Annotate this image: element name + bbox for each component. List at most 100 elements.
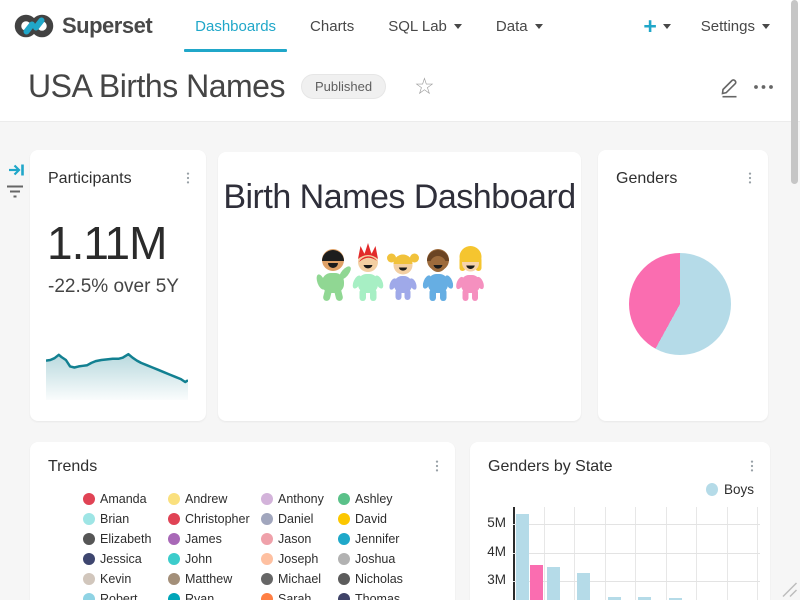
new-item-button[interactable]: + — [643, 13, 670, 40]
bar-boys[interactable] — [516, 514, 529, 600]
legend-dot — [261, 553, 273, 565]
dashboard-header: USA Births Names Published ☆ — [0, 52, 800, 122]
legend-item[interactable]: Robert — [83, 592, 168, 600]
pie-chart[interactable] — [629, 253, 731, 355]
legend-label: Joshua — [355, 552, 395, 566]
superset-dashboard-page: Superset Dashboards Charts SQL Lab Data … — [0, 0, 800, 600]
participants-card: Participants 1.11M -22.5% over 5Y — [30, 150, 206, 421]
big-number-subheader: -22.5% over 5Y — [48, 276, 179, 298]
legend-item[interactable]: James — [168, 532, 261, 546]
legend-dot — [168, 513, 180, 525]
legend-item[interactable]: Ryan — [168, 592, 261, 600]
legend-item[interactable]: Joseph — [261, 552, 338, 566]
filter-icon[interactable] — [6, 184, 26, 199]
legend-label: John — [185, 552, 212, 566]
edit-pencil-icon[interactable] — [719, 76, 740, 98]
legend-item[interactable]: Amanda — [83, 492, 168, 506]
legend-item[interactable]: Kevin — [83, 572, 168, 586]
y-axis-tick-label: 4M — [473, 544, 506, 559]
expand-filter-bar-icon[interactable] — [8, 162, 26, 178]
y-axis-tick-label: 5M — [473, 515, 506, 530]
legend-item[interactable]: Michael — [261, 572, 338, 586]
legend-item[interactable]: John — [168, 552, 261, 566]
legend-item[interactable]: Jessica — [83, 552, 168, 566]
legend-item[interactable]: Jason — [261, 532, 338, 546]
legend-item[interactable]: Nicholas — [338, 572, 433, 586]
legend-label: Joseph — [278, 552, 318, 566]
legend-label: Jessica — [100, 552, 142, 566]
legend-item[interactable]: Jennifer — [338, 532, 433, 546]
legend-item[interactable]: Sarah — [261, 592, 338, 600]
legend-dot — [261, 593, 273, 600]
gridline — [635, 507, 636, 600]
kebab-menu-icon[interactable] — [746, 456, 758, 476]
legend-item[interactable]: David — [338, 512, 433, 526]
bar-boys[interactable] — [577, 573, 590, 600]
nav-item-charts[interactable]: Charts — [293, 0, 371, 52]
legend-dot — [83, 513, 95, 525]
chart-title: Genders — [616, 170, 677, 188]
legend-label: Boys — [724, 482, 754, 497]
kebab-menu-icon[interactable] — [744, 168, 756, 188]
nav-item-sql-lab[interactable]: SQL Lab — [371, 0, 479, 52]
top-navbar: Superset Dashboards Charts SQL Lab Data … — [0, 0, 800, 52]
legend-label: Kevin — [100, 572, 131, 586]
gridline — [666, 507, 667, 600]
resize-grip-icon[interactable] — [778, 578, 798, 598]
legend-dot — [338, 493, 350, 505]
kids-illustration — [315, 242, 485, 304]
bar-boys[interactable] — [547, 567, 560, 600]
chart-title: Genders by State — [488, 458, 613, 476]
legend-item[interactable]: Andrew — [168, 492, 261, 506]
legend-dot — [83, 533, 95, 545]
legend-item[interactable]: Thomas — [338, 592, 433, 600]
nav-item-data[interactable]: Data — [479, 0, 560, 52]
genders-by-state-card: Genders by State Boys 5M4M3M — [470, 442, 770, 600]
legend-item[interactable]: Matthew — [168, 572, 261, 586]
published-badge[interactable]: Published — [301, 74, 386, 99]
legend-item[interactable]: Joshua — [338, 552, 433, 566]
superset-infinity-icon — [14, 11, 54, 41]
trends-card: Trends AmandaAndrewAnthonyAshleyBrianChr… — [30, 442, 455, 600]
legend-item[interactable]: Daniel — [261, 512, 338, 526]
legend-item[interactable]: Anthony — [261, 492, 338, 506]
settings-menu[interactable]: Settings — [701, 18, 770, 35]
legend-label: Amanda — [100, 492, 147, 506]
legend-label: Jason — [278, 532, 311, 546]
nav-item-dashboards[interactable]: Dashboards — [178, 0, 293, 52]
chevron-down-icon — [454, 24, 462, 29]
legend-label: Ashley — [355, 492, 393, 506]
legend-dot — [706, 483, 718, 496]
legend-label: Michael — [278, 572, 321, 586]
more-actions-icon[interactable] — [752, 77, 776, 97]
bar-chart-plot[interactable]: 5M4M3M — [513, 507, 762, 600]
legend-item[interactable]: Christopher — [168, 512, 261, 526]
legend-label: Andrew — [185, 492, 227, 506]
legend-label: James — [185, 532, 222, 546]
trendline-chart[interactable] — [46, 342, 188, 400]
bar-girls[interactable] — [530, 565, 543, 600]
legend-dot — [83, 493, 95, 505]
legend-label: Robert — [100, 592, 138, 600]
vertical-scrollbar-thumb[interactable] — [791, 0, 798, 184]
chevron-down-icon — [663, 24, 671, 29]
gridline — [727, 507, 728, 600]
legend-dot — [83, 573, 95, 585]
legend-dot — [338, 573, 350, 585]
legend-item[interactable]: Brian — [83, 512, 168, 526]
favorite-star-icon[interactable]: ☆ — [414, 75, 435, 98]
kebab-menu-icon[interactable] — [182, 168, 194, 188]
legend-item[interactable]: Ashley — [338, 492, 433, 506]
legend-dot — [261, 513, 273, 525]
chart-title: Participants — [48, 170, 132, 188]
kebab-menu-icon[interactable] — [431, 456, 443, 476]
superset-logo[interactable]: Superset — [14, 11, 152, 41]
legend-label: Sarah — [278, 592, 311, 600]
nav-label: Charts — [310, 18, 354, 35]
legend-dot — [261, 533, 273, 545]
legend-item-boys[interactable]: Boys — [706, 482, 754, 497]
legend-item[interactable]: Elizabeth — [83, 532, 168, 546]
legend-dot — [338, 553, 350, 565]
nav-label: Data — [496, 18, 528, 35]
legend-dot — [338, 513, 350, 525]
